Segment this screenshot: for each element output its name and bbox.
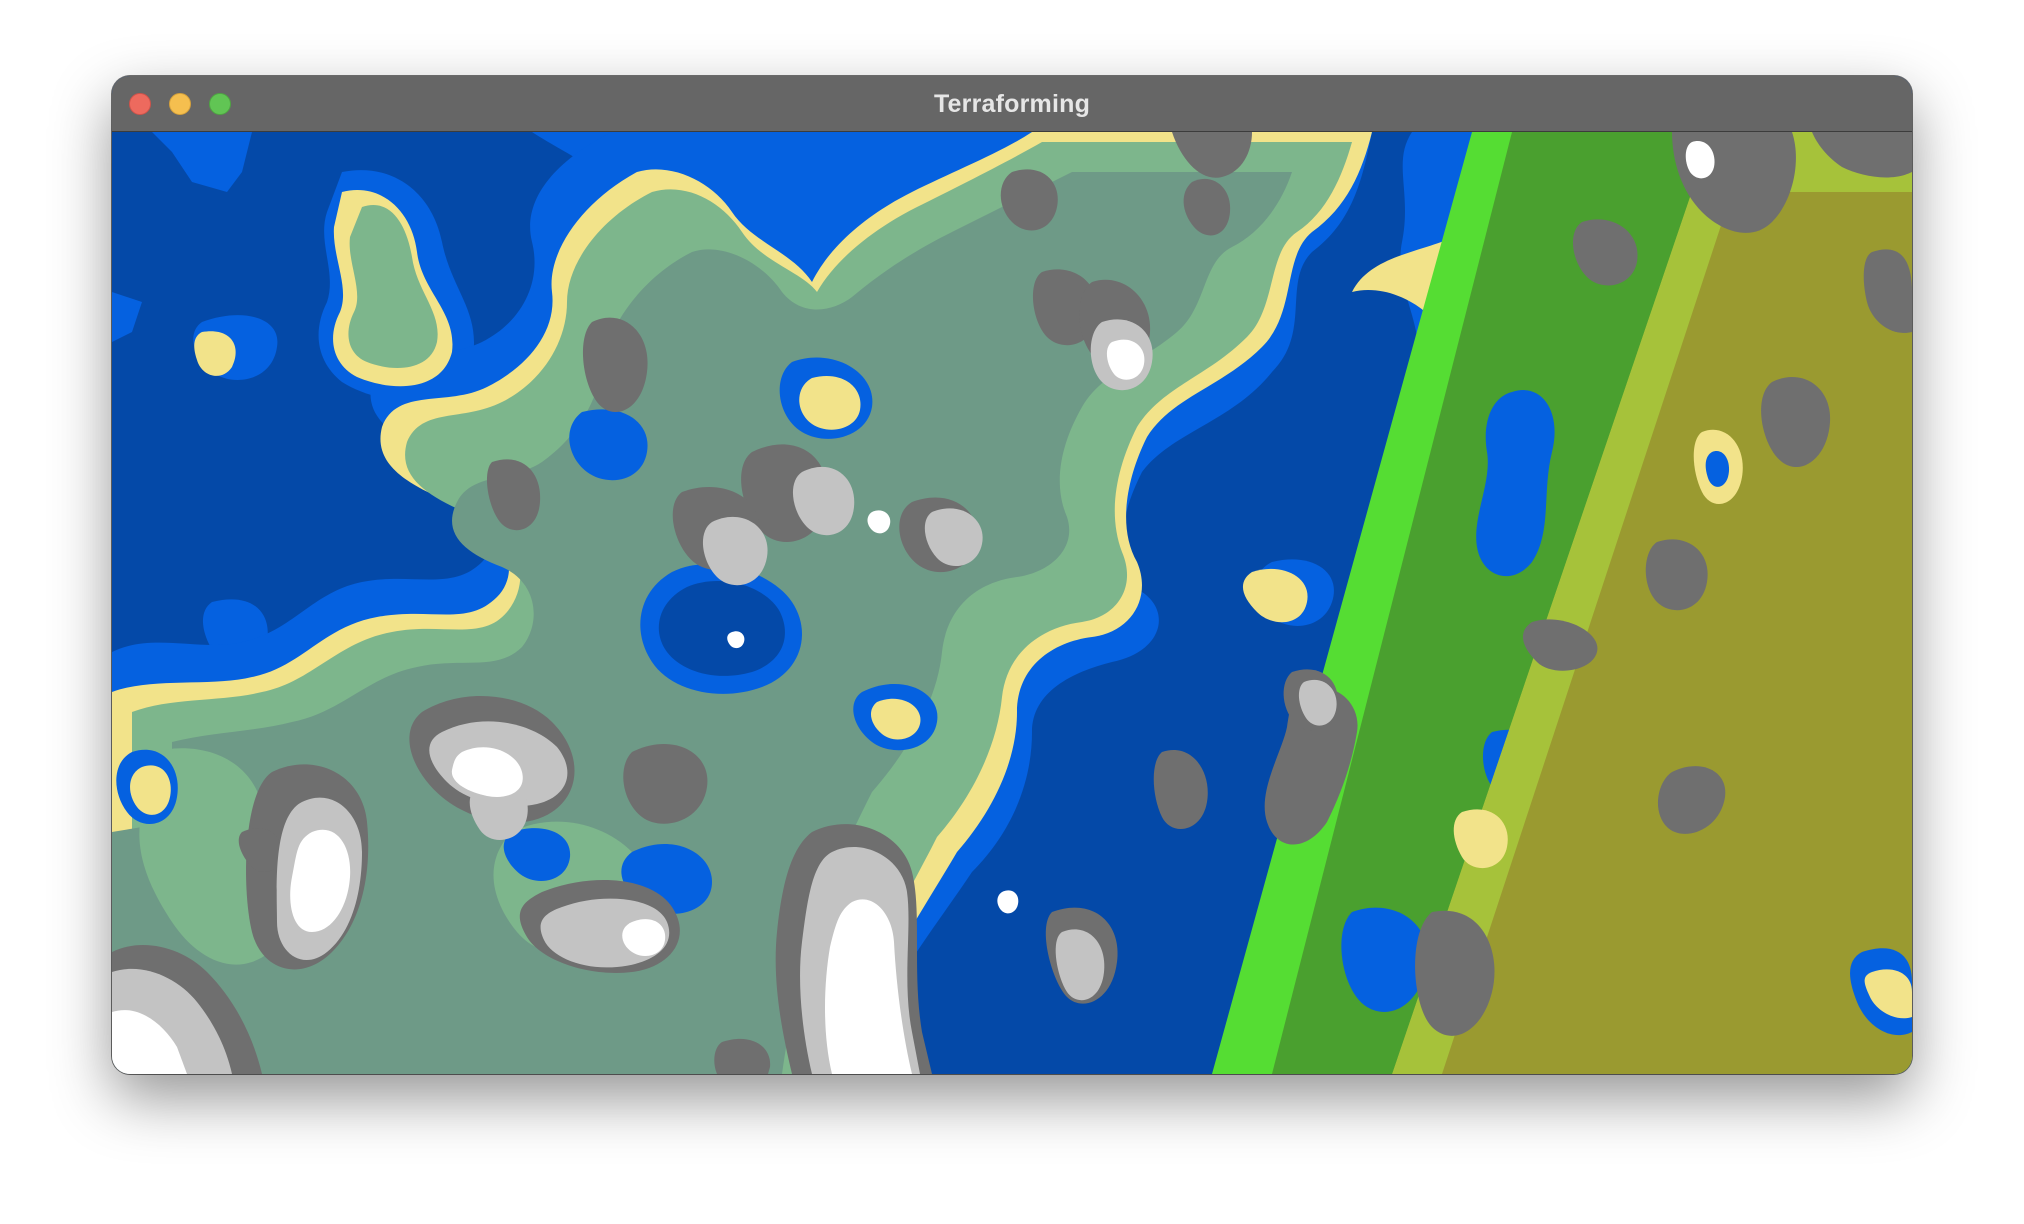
terrain-canvas: [112, 132, 1912, 1074]
terrain-map[interactable]: [112, 132, 1912, 1074]
title-bar[interactable]: Terraforming: [112, 76, 1912, 132]
app-window: Terraforming: [112, 76, 1912, 1074]
window-title: Terraforming: [933, 90, 1091, 118]
